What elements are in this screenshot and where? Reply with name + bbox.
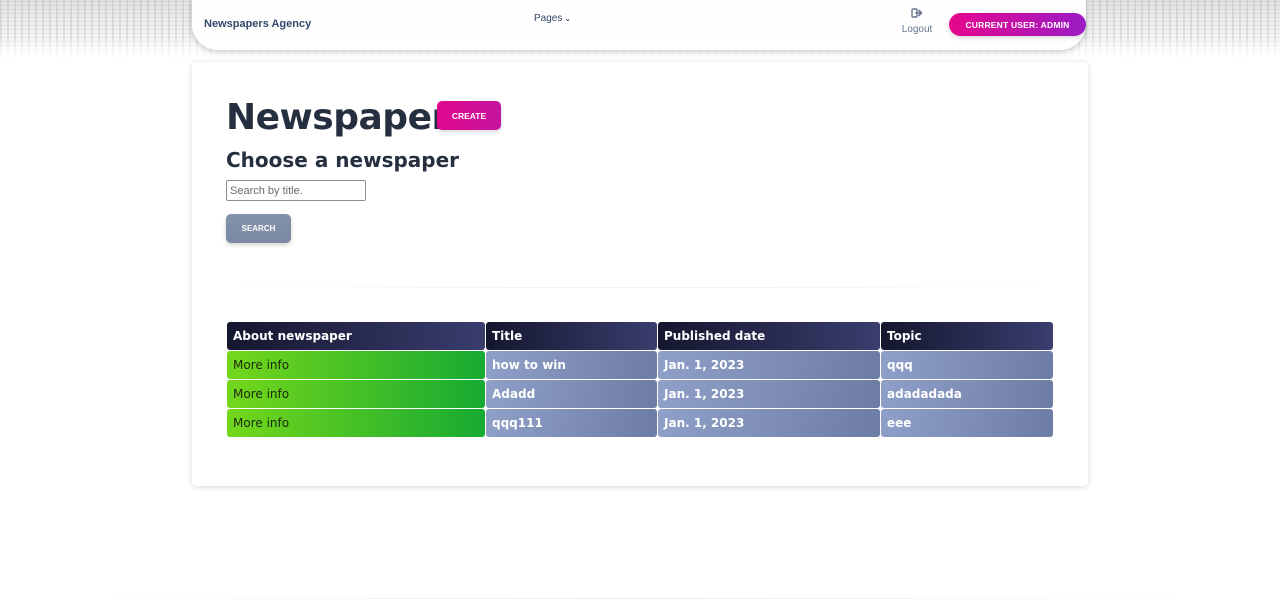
table-row: More info how to win Jan. 1, 2023 qqq (227, 351, 1053, 379)
table-header-row: About newspaper Title Published date Top… (227, 322, 1053, 350)
published-date-cell: Jan. 1, 2023 (658, 409, 880, 437)
topic-cell: eee (881, 409, 1053, 437)
current-user-button[interactable]: CURRENT USER: ADMIN (949, 13, 1086, 36)
pages-dropdown[interactable]: Pages ⌄ (534, 13, 571, 24)
published-date-cell: Jan. 1, 2023 (658, 351, 880, 379)
column-header-topic: Topic (881, 322, 1053, 350)
search-input[interactable] (226, 180, 366, 201)
column-header-about: About newspaper (227, 322, 485, 350)
topic-cell: adadadada (881, 380, 1053, 408)
brand-name[interactable]: Newspapers Agency (204, 18, 311, 30)
more-info-link[interactable]: More info (227, 351, 485, 379)
title-cell: how to win (486, 351, 657, 379)
pages-label: Pages (534, 13, 563, 24)
newspapers-card: Newspapers CREATE Choose a newspaper SEA… (192, 62, 1088, 486)
more-info-link[interactable]: More info (227, 409, 485, 437)
table-row: More info Adadd Jan. 1, 2023 adadadada (227, 380, 1053, 408)
section-divider (192, 287, 1088, 288)
search-button[interactable]: SEARCH (226, 214, 291, 243)
create-button[interactable]: CREATE (437, 101, 501, 130)
sign-out-icon (911, 8, 923, 18)
footer-divider (60, 598, 1220, 599)
page-title: Newspapers (226, 97, 470, 138)
page-subtitle: Choose a newspaper (226, 148, 460, 172)
topic-cell: qqq (881, 351, 1053, 379)
logout-label: Logout (901, 24, 933, 35)
column-header-published-date: Published date (658, 322, 880, 350)
logout-link[interactable]: Logout (900, 7, 934, 35)
navbar: Newspapers Agency Pages ⌄ Logout CURRENT … (192, 0, 1086, 50)
title-cell: Adadd (486, 380, 657, 408)
table-row: More info qqq111 Jan. 1, 2023 eee (227, 409, 1053, 437)
more-info-link[interactable]: More info (227, 380, 485, 408)
column-header-title: Title (486, 322, 657, 350)
published-date-cell: Jan. 1, 2023 (658, 380, 880, 408)
newspapers-table: About newspaper Title Published date Top… (226, 321, 1054, 438)
chevron-down-icon: ⌄ (564, 14, 572, 23)
title-cell: qqq111 (486, 409, 657, 437)
